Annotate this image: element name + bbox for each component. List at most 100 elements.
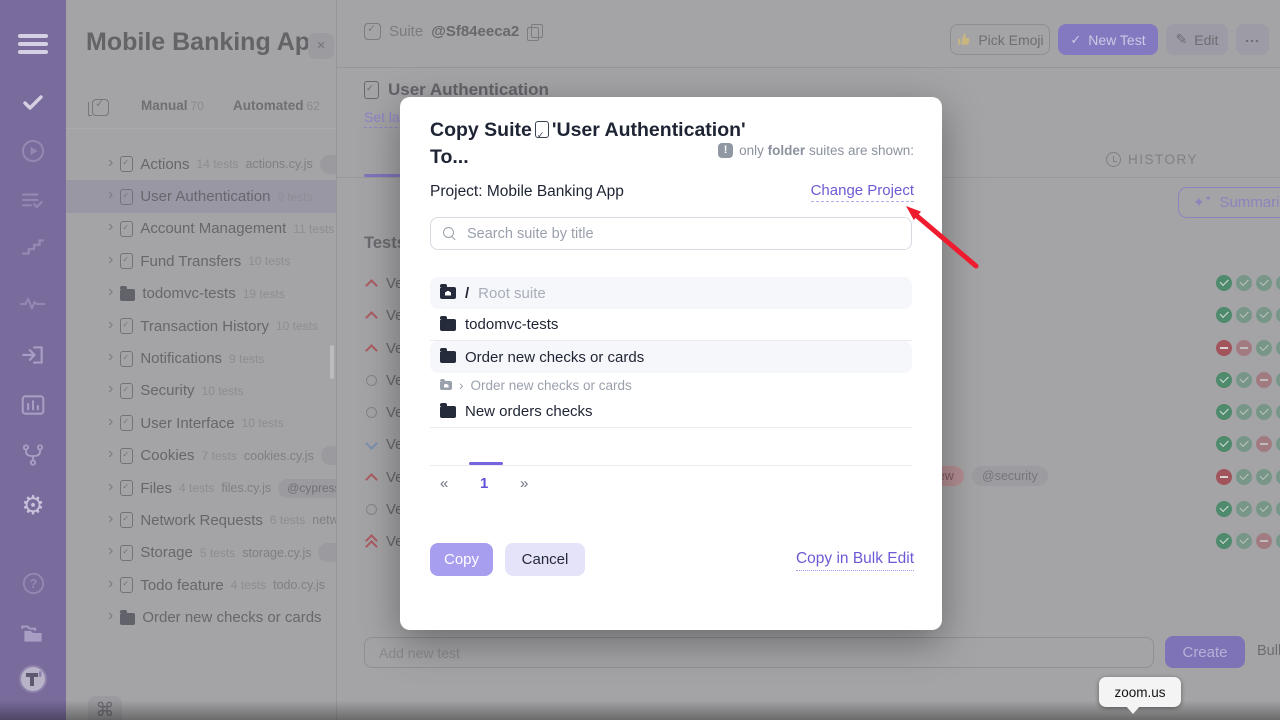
tree-item-todo-feature[interactable]: Todo feature 4 tests todo.cy.js [66,569,337,601]
change-project-link[interactable]: Change Project [811,182,914,202]
menu-icon[interactable] [0,28,66,58]
modal-item-order-new-checks[interactable]: Order new checks or cards [430,341,912,373]
status-dot[interactable] [1216,340,1232,356]
tree-item-files[interactable]: Files 4 tests files.cy.js @cypress [66,472,337,504]
tree-item-user-authentication[interactable]: User Authentication 9 tests [66,180,337,212]
status-dot[interactable] [1276,340,1280,356]
close-icon[interactable]: × [308,33,334,59]
settings-gear-icon[interactable]: ⚙ [0,490,66,520]
tests-check-icon[interactable] [0,88,66,118]
status-dot[interactable] [1236,533,1252,549]
pick-emoji-button[interactable]: Pick Emoji [950,24,1050,55]
create-button[interactable]: Create [1165,636,1245,668]
status-dot[interactable] [1256,404,1272,420]
new-test-button[interactable]: New Test [1058,24,1158,55]
summarize-button[interactable]: Summarize [1178,187,1280,218]
checklist-icon[interactable] [0,186,66,216]
status-dot[interactable] [1216,501,1232,517]
expand-chevron-icon[interactable] [108,187,113,203]
expand-chevron-icon[interactable] [108,155,113,171]
expand-chevron-icon[interactable] [108,252,113,268]
status-dot[interactable] [1256,372,1272,388]
expand-chevron-icon[interactable] [108,317,113,333]
sidebar-scrollbar[interactable] [330,345,334,379]
copy-in-bulk-edit-link[interactable]: Copy in Bulk Edit [796,550,914,571]
tree-item-notifications[interactable]: Notifications 9 tests [66,342,337,374]
tree-item-fund-transfers[interactable]: Fund Transfers 10 tests [66,245,337,277]
status-dot[interactable] [1256,307,1272,323]
expand-chevron-icon[interactable] [108,511,113,527]
expand-chevron-icon[interactable] [108,414,113,430]
expand-chevron-icon[interactable] [108,284,113,300]
status-dot[interactable] [1276,404,1280,420]
page-number[interactable]: 1 [480,475,488,492]
select-all-icon[interactable] [92,99,109,116]
status-dot[interactable] [1256,275,1272,291]
tree-item-actions[interactable]: Actions 14 tests actions.cy.js [66,148,337,180]
add-new-test-input[interactable] [364,637,1154,668]
status-dot[interactable] [1276,533,1280,549]
expand-chevron-icon[interactable] [108,543,113,559]
page-prev-button[interactable]: « [440,475,448,492]
expand-chevron-icon[interactable] [108,608,113,624]
search-suite-input[interactable] [467,218,907,249]
projects-folders-icon[interactable] [0,618,66,648]
status-dot[interactable] [1236,372,1252,388]
help-icon[interactable]: ? [0,568,66,598]
status-dot[interactable] [1256,469,1272,485]
activity-pulse-icon[interactable] [0,288,66,318]
status-dot[interactable] [1216,469,1232,485]
expand-chevron-icon[interactable] [108,479,113,495]
status-dot[interactable] [1276,275,1280,291]
status-dot[interactable] [1236,404,1252,420]
expand-chevron-icon[interactable] [108,446,113,462]
app-logo[interactable] [0,664,66,694]
more-options-button[interactable]: ... [1236,24,1269,55]
expand-chevron-icon[interactable] [108,219,113,235]
status-dot[interactable] [1216,436,1232,452]
status-dot[interactable] [1216,372,1232,388]
tree-item-cookies[interactable]: Cookies 7 tests cookies.cy.js [66,440,337,472]
branches-icon[interactable] [0,440,66,470]
bulk-label[interactable]: Bulk [1257,643,1280,659]
steps-icon[interactable] [0,232,66,262]
tree-item-order-new-checks[interactable]: Order new checks or cards [66,601,337,633]
status-dot[interactable] [1216,275,1232,291]
status-dot[interactable] [1276,469,1280,485]
copy-icon[interactable] [527,24,542,40]
modal-item-root-suite[interactable]: / Root suite [430,277,912,309]
tree-item-network-requests[interactable]: Network Requests 6 tests network.cy.js [66,504,337,536]
status-dot[interactable] [1236,501,1252,517]
status-dot[interactable] [1236,307,1252,323]
tab-automated[interactable]: Automated62 [233,98,320,113]
status-dot[interactable] [1216,533,1232,549]
page-next-button[interactable]: » [520,475,528,492]
modal-item-new-orders-checks[interactable]: New orders checks [430,396,912,428]
tab-history[interactable]: HISTORY [1106,152,1198,167]
tree-item-todomvc-tests[interactable]: todomvc-tests 19 tests [66,278,337,310]
modal-item-todomvc-tests[interactable]: todomvc-tests [430,309,912,341]
expand-chevron-icon[interactable] [108,349,113,365]
status-dot[interactable] [1216,404,1232,420]
tab-manual[interactable]: Manual70 [141,98,204,113]
status-dot[interactable] [1236,275,1252,291]
status-dot[interactable] [1256,501,1272,517]
analytics-chart-icon[interactable] [0,390,66,420]
expand-chevron-icon[interactable] [108,381,113,397]
tree-item-account-management[interactable]: Account Management 11 tests [66,213,337,245]
tree-item-user-interface[interactable]: User Interface 10 tests [66,407,337,439]
status-dot[interactable] [1256,340,1272,356]
status-dot[interactable] [1276,307,1280,323]
expand-chevron-icon[interactable] [108,576,113,592]
status-dot[interactable] [1236,340,1252,356]
tag-badge[interactable]: @security [972,466,1048,486]
status-dot[interactable] [1276,372,1280,388]
run-play-icon[interactable] [0,136,66,166]
status-dot[interactable] [1256,436,1272,452]
tree-item-transaction-history[interactable]: Transaction History 10 tests [66,310,337,342]
status-dot[interactable] [1236,469,1252,485]
copy-button[interactable]: Copy [430,543,493,576]
command-shortcut-button[interactable]: ⌘ [88,696,122,720]
tree-item-storage[interactable]: Storage 5 tests storage.cy.js [66,537,337,569]
status-dot[interactable] [1236,436,1252,452]
